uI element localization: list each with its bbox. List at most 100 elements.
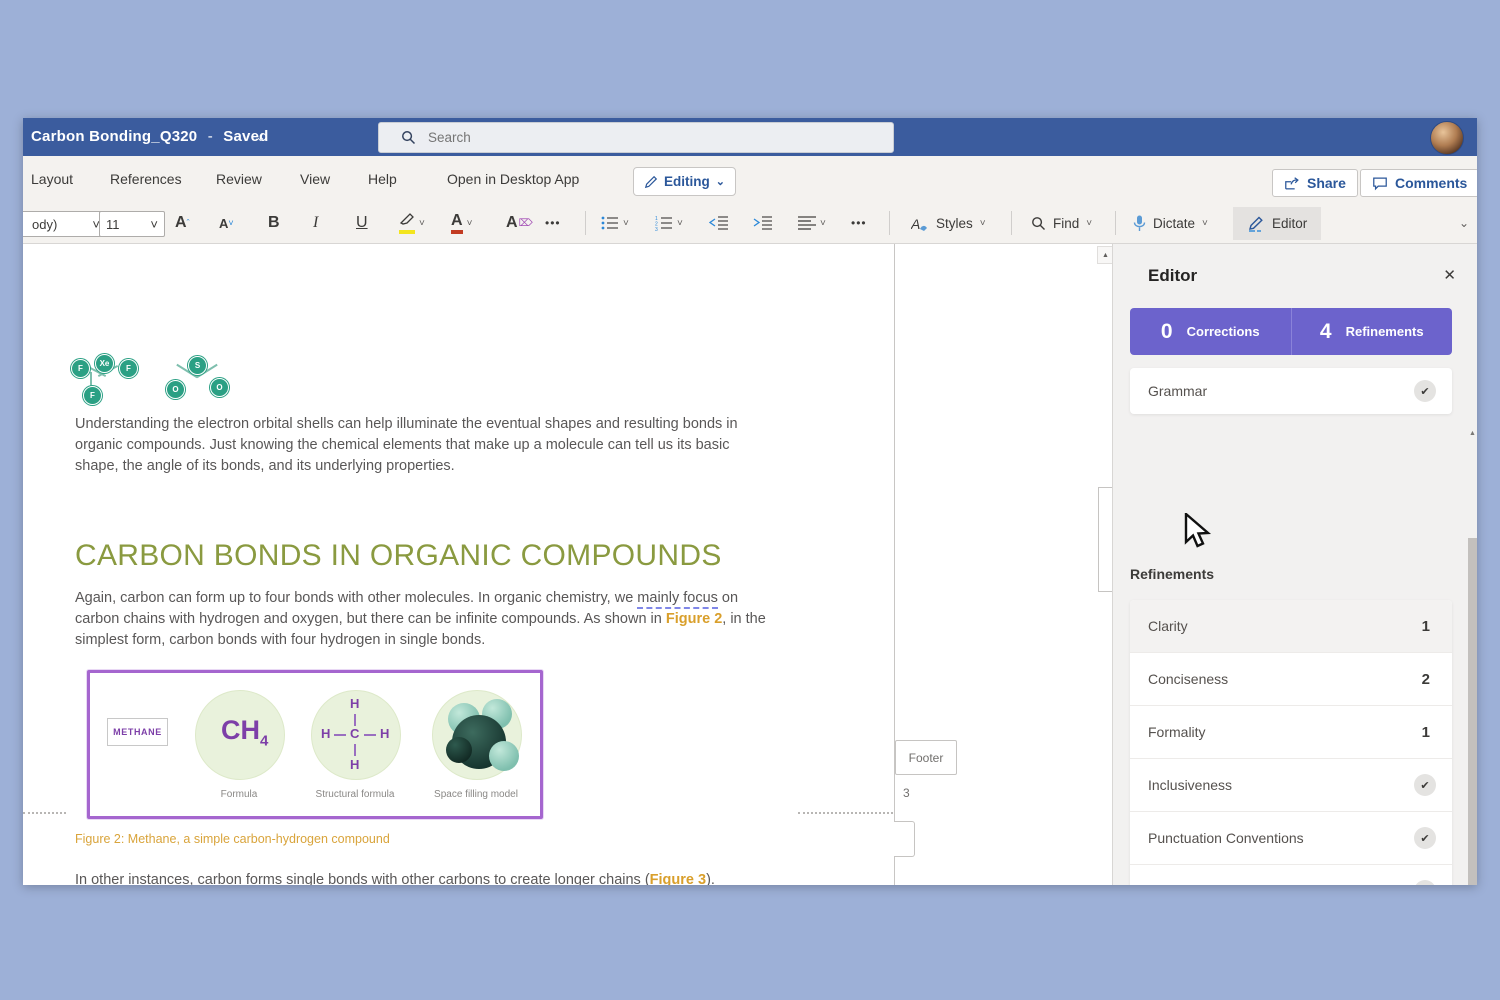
microphone-icon <box>1133 215 1146 232</box>
figure2-caption: Figure 2: Methane, a simple carbon-hydro… <box>75 832 390 846</box>
font-size-value: 11 <box>106 217 120 232</box>
tab-references[interactable]: References <box>110 171 182 187</box>
page-boundary-dotted-line <box>798 812 893 814</box>
formatting-toolbar: ody) ˅ 11 ˅ Aˆ A˅ B I U ˅ A ˅ A⌦ ••• ˅ 1… <box>23 205 1477 244</box>
more-paragraph-options-button[interactable]: ••• <box>851 210 867 236</box>
paragraph: Again, carbon can form up to four bonds … <box>75 588 769 651</box>
refinement-row-clarity[interactable]: Clarity 1 <box>1130 600 1452 653</box>
editor-pane-scrollbar-thumb[interactable] <box>1468 538 1477 885</box>
refinements-toggle[interactable]: 4 Refinements <box>1291 308 1453 355</box>
refinement-row-punctuation-conventions[interactable]: Punctuation Conventions ✔ <box>1130 812 1452 865</box>
font-name-dropdown[interactable]: ody) ˅ <box>23 211 107 237</box>
page-number: 3 <box>903 786 910 800</box>
editor-pane: Editor ✕ 0 Corrections 4 Refinements Gra… <box>1112 244 1477 885</box>
styles-chevron-icon: ˅ <box>980 218 986 229</box>
tab-view[interactable]: View <box>300 171 330 187</box>
search-box[interactable] <box>378 122 894 153</box>
footer-tag[interactable]: Footer <box>895 740 957 775</box>
share-button[interactable]: Share <box>1272 169 1358 197</box>
ribbon-tab-row: Layout References Review View Help Open … <box>23 156 1477 206</box>
document-name: Carbon Bonding_Q320 <box>31 128 197 145</box>
refinement-row-conciseness[interactable]: Conciseness 2 <box>1130 653 1452 706</box>
font-size-dropdown[interactable]: 11 ˅ <box>99 211 165 237</box>
tab-review[interactable]: Review <box>216 171 262 187</box>
figure3-reference-link[interactable]: Figure 3 <box>650 872 706 885</box>
bold-button[interactable]: B <box>268 210 280 236</box>
pencil-icon <box>644 175 658 189</box>
header-tag-partial[interactable] <box>894 821 915 857</box>
figure2-reference-link[interactable]: Figure 2 <box>666 611 722 627</box>
comments-button[interactable]: Comments <box>1360 169 1477 197</box>
bullet-list-icon <box>601 215 619 231</box>
align-text-icon <box>798 215 816 231</box>
editing-label: Editing <box>664 174 710 189</box>
open-in-desktop-app-button[interactable]: Open in Desktop App <box>447 171 579 187</box>
dictate-dropdown[interactable]: Dictate ˅ <box>1125 207 1216 240</box>
tab-layout[interactable]: Layout <box>31 171 73 187</box>
styles-label: Styles <box>936 216 973 231</box>
more-font-options-button[interactable]: ••• <box>545 210 561 236</box>
document-canvas[interactable]: F Xe F F S O O Understanding the electro… <box>23 244 1112 885</box>
find-icon <box>1031 216 1046 231</box>
highlight-color-button[interactable]: ˅ <box>399 210 425 236</box>
page-edge-divider <box>894 244 895 885</box>
editor-suggestion-underline[interactable]: mainly focus <box>637 590 718 609</box>
editing-mode-dropdown[interactable]: Editing ⌄ <box>633 167 736 196</box>
decrease-indent-button[interactable] <box>709 210 729 236</box>
refinements-count: 4 <box>1320 320 1332 344</box>
editor-button[interactable]: Editor <box>1233 207 1321 240</box>
close-editor-pane-icon[interactable]: ✕ <box>1443 266 1456 284</box>
heading-carbon-bonds: CARBON BONDS IN ORGANIC COMPOUNDS <box>75 539 722 573</box>
grammar-check-icon: ✔ <box>1414 380 1436 402</box>
editor-button-label: Editor <box>1272 216 1307 231</box>
pane-scroll-up-icon: ▲ <box>1469 430 1476 437</box>
collapse-ribbon-chevron-icon[interactable]: ⌄ <box>1459 210 1469 236</box>
inclusiveness-check-icon: ✔ <box>1414 774 1436 796</box>
italic-button[interactable]: I <box>313 210 318 236</box>
increase-indent-button[interactable] <box>753 210 773 236</box>
highlighter-icon <box>399 212 415 234</box>
tab-help[interactable]: Help <box>368 171 397 187</box>
ch4-formula: CH4 <box>221 715 268 749</box>
editor-pane-scrollbar[interactable]: ▲ <box>1467 244 1477 885</box>
font-color-button[interactable]: A ˅ <box>451 210 472 236</box>
shrink-font-button[interactable]: A˅ <box>219 210 234 236</box>
user-avatar[interactable] <box>1430 121 1464 155</box>
figure2-methane-image[interactable]: METHANE CH4 H H C H H <box>87 670 543 819</box>
refinements-list: Clarity 1 Conciseness 2 Formality 1 Incl… <box>1130 600 1452 885</box>
styles-icon: A <box>911 216 929 232</box>
dictate-label: Dictate <box>1153 216 1195 231</box>
document-scrollbar-thumb[interactable] <box>1098 487 1113 592</box>
alignment-button[interactable]: ˅ <box>798 210 826 236</box>
methane-label: METHANE <box>107 718 168 746</box>
toolbar-separator <box>1115 211 1116 235</box>
title-chevron-down-icon[interactable]: ⌄ <box>255 129 266 145</box>
conciseness-count: 2 <box>1422 671 1430 688</box>
editor-pen-icon <box>1247 216 1264 232</box>
grow-font-button[interactable]: Aˆ <box>175 210 190 236</box>
refinements-label: Refinements <box>1346 324 1424 339</box>
title-separator: - <box>208 128 213 145</box>
refinement-row-inclusiveness[interactable]: Inclusiveness ✔ <box>1130 759 1452 812</box>
clear-formatting-button[interactable]: A⌦ <box>506 210 533 236</box>
styles-dropdown[interactable]: A Styles ˅ <box>903 207 994 240</box>
comments-label: Comments <box>1395 175 1467 191</box>
grammar-category-row[interactable]: Grammar ✔ <box>1130 368 1452 414</box>
refinement-row-sensitive-geopolitical-references[interactable]: Sensitive Geopolitical References ✔ <box>1130 865 1452 885</box>
numbered-list-button[interactable]: 123 ˅ <box>655 210 683 236</box>
numbered-list-icon: 123 <box>655 215 673 231</box>
bullet-list-button[interactable]: ˅ <box>601 210 629 236</box>
numbered-list-chevron-icon: ˅ <box>677 218 683 229</box>
search-icon <box>401 130 416 145</box>
search-input[interactable] <box>426 129 730 146</box>
refinement-row-formality[interactable]: Formality 1 <box>1130 706 1452 759</box>
find-dropdown[interactable]: Find ˅ <box>1023 207 1100 240</box>
underline-button[interactable]: U <box>356 210 368 236</box>
mouse-cursor <box>1183 513 1213 551</box>
corrections-toggle[interactable]: 0 Corrections <box>1130 308 1291 355</box>
document-title[interactable]: Carbon Bonding_Q320 - Saved <box>31 128 268 145</box>
svg-text:3: 3 <box>655 227 658 231</box>
toolbar-separator <box>585 211 586 235</box>
corrections-count: 0 <box>1161 320 1173 344</box>
share-icon <box>1284 176 1300 191</box>
